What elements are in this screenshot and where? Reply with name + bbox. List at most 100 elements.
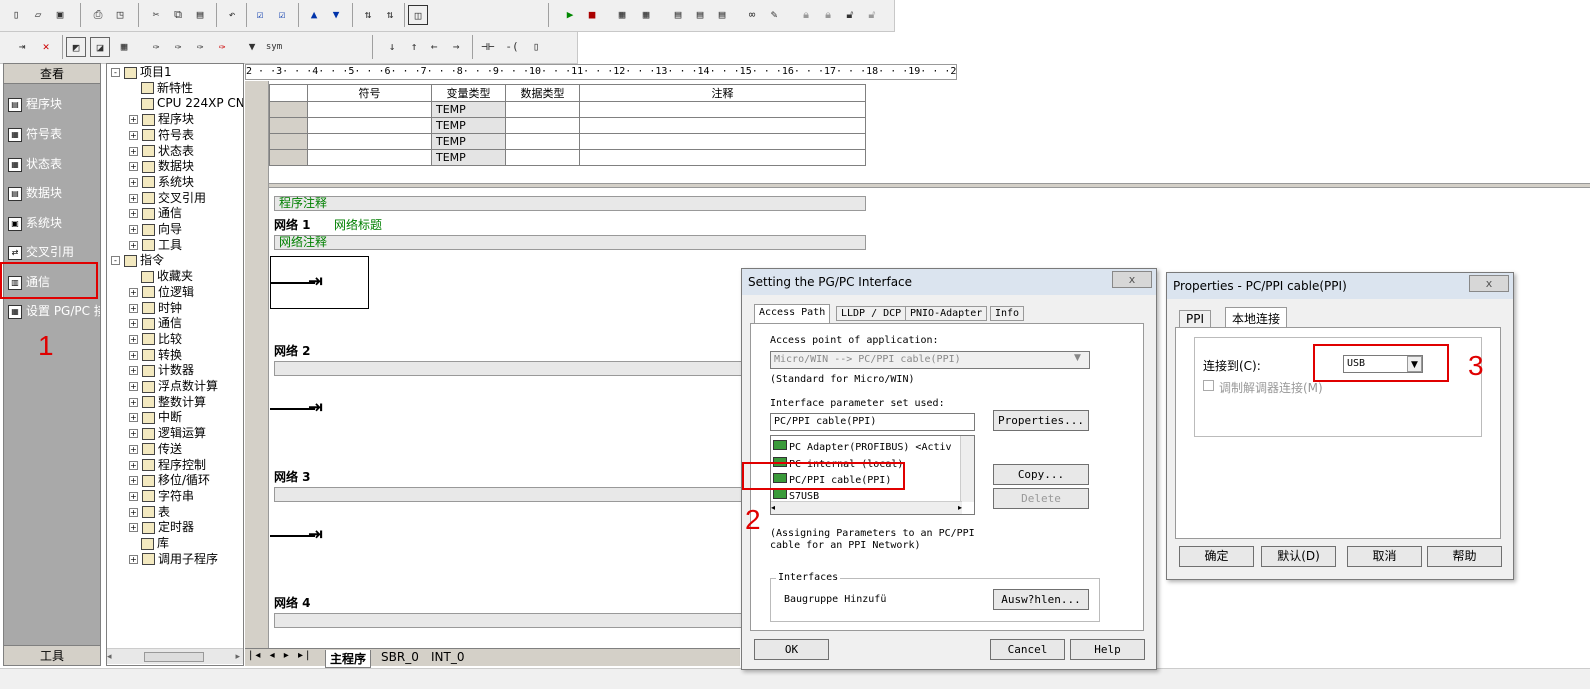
tab-ppi[interactable]: PPI bbox=[1179, 310, 1212, 328]
props-default-button[interactable]: 默认(D) bbox=[1261, 546, 1336, 567]
stl-icon[interactable]: ▦ bbox=[114, 37, 134, 57]
bookmark-icon[interactable]: ✑ bbox=[146, 37, 166, 57]
properties-close-button[interactable]: x bbox=[1469, 275, 1509, 292]
expand-icon[interactable]: + bbox=[129, 225, 138, 234]
properties-button[interactable]: Properties... bbox=[993, 410, 1089, 431]
expand-icon[interactable]: + bbox=[129, 319, 138, 329]
table-cell[interactable]: TEMP bbox=[431, 149, 506, 166]
ok-button[interactable]: OK bbox=[754, 639, 829, 660]
compile-icon[interactable]: ☑ bbox=[250, 5, 270, 25]
tree-item[interactable]: 新特性 bbox=[137, 81, 193, 97]
expand-icon[interactable]: + bbox=[129, 177, 138, 187]
tree-item[interactable]: + 系统块 bbox=[129, 175, 194, 191]
line-left-icon[interactable]: ← bbox=[424, 37, 444, 57]
compile-all-icon[interactable]: ☑ bbox=[272, 5, 292, 25]
tab-scroll-icons[interactable]: |◂ ◂ ▸ ▸| bbox=[249, 650, 312, 661]
delete-button[interactable]: Delete bbox=[993, 488, 1089, 509]
save-icon[interactable]: ▣ bbox=[50, 5, 70, 25]
expand-icon[interactable]: + bbox=[129, 303, 138, 313]
nav-item-pgpc[interactable]: ▦ 设置 PG/PC 接 bbox=[8, 299, 100, 323]
tree-item[interactable]: + 整数计算 bbox=[129, 395, 206, 411]
fbd-icon[interactable]: ◪ bbox=[90, 37, 110, 57]
table-cell[interactable]: TEMP bbox=[431, 101, 506, 118]
nav-item-cross-ref[interactable]: ⇄ 交叉引用 bbox=[8, 240, 100, 264]
new-icon[interactable]: ▯ bbox=[6, 5, 26, 25]
tree-item[interactable]: + 比较 bbox=[129, 332, 182, 348]
bookmark-clear-icon[interactable]: ✑ bbox=[212, 37, 232, 57]
expand-icon[interactable]: + bbox=[129, 507, 138, 517]
table-cell[interactable] bbox=[307, 133, 432, 150]
unlock-icon[interactable]: 🔓︎ bbox=[840, 5, 860, 25]
paste-icon[interactable]: ▤ bbox=[190, 5, 210, 25]
nav-item-symbol-table[interactable]: ▦ 符号表 bbox=[8, 122, 100, 146]
table-cell[interactable] bbox=[579, 101, 866, 118]
tree-item[interactable]: + 定时器 bbox=[129, 520, 194, 536]
nav-item-program-block[interactable]: ▤ 程序块 bbox=[8, 92, 100, 116]
expand-icon[interactable]: + bbox=[129, 429, 138, 439]
bookmark-next-icon[interactable]: ✑ bbox=[168, 37, 188, 57]
tree-item[interactable]: + 通信 bbox=[129, 206, 182, 222]
tree-item[interactable]: + 移位/循环 bbox=[129, 473, 210, 489]
sort-asc-icon[interactable]: ⇅ bbox=[358, 5, 378, 25]
ips-field[interactable]: PC/PPI cable(PPI) bbox=[770, 413, 975, 431]
options-icon[interactable]: ◫ bbox=[408, 5, 428, 25]
tree-item[interactable]: + 向导 bbox=[129, 222, 182, 238]
expand-icon[interactable]: + bbox=[129, 476, 138, 486]
line-up-icon[interactable]: ↑ bbox=[404, 37, 424, 57]
tab-access-path[interactable]: Access Path bbox=[754, 304, 831, 324]
props-cancel-button[interactable]: 取消 bbox=[1347, 546, 1422, 567]
expand-icon[interactable]: + bbox=[129, 146, 138, 156]
program-comment[interactable]: 程序注释 bbox=[274, 196, 866, 211]
props-ok-button[interactable]: 确定 bbox=[1179, 546, 1254, 567]
expand-icon[interactable]: + bbox=[129, 523, 138, 533]
expand-icon[interactable]: + bbox=[129, 413, 138, 423]
table-cell[interactable] bbox=[505, 149, 580, 166]
tree-item[interactable]: + 转换 bbox=[129, 348, 182, 364]
list-hscroll[interactable]: ◂ ▸ bbox=[771, 501, 962, 514]
tree-item[interactable]: - 指令 bbox=[111, 253, 164, 269]
list-vscroll[interactable] bbox=[960, 436, 974, 502]
tab-local-connection[interactable]: 本地连接 bbox=[1225, 307, 1288, 329]
expand-icon[interactable]: + bbox=[129, 460, 138, 470]
tree-item[interactable]: 库 bbox=[137, 536, 169, 552]
expand-icon[interactable]: + bbox=[129, 350, 138, 360]
copy-icon[interactable]: ⧉ bbox=[168, 5, 188, 25]
tree-item[interactable]: + 表 bbox=[129, 505, 170, 521]
tab-pnio[interactable]: PNIO-Adapter bbox=[905, 306, 988, 321]
tree-item[interactable]: + 工具 bbox=[129, 238, 182, 254]
expand-icon[interactable]: + bbox=[129, 397, 138, 407]
table-cell[interactable] bbox=[579, 149, 866, 166]
copy-button[interactable]: Copy... bbox=[993, 464, 1089, 485]
ap-dropdown-icon[interactable]: ▼ bbox=[1074, 353, 1081, 363]
insert-network-icon[interactable]: ⇥ bbox=[12, 37, 32, 57]
pgpc-close-button[interactable]: x bbox=[1112, 271, 1152, 288]
upload-icon[interactable]: ▲ bbox=[304, 5, 324, 25]
network-comment[interactable]: 网络注释 bbox=[274, 235, 866, 250]
line-right-icon[interactable]: → bbox=[446, 37, 466, 57]
expand-icon[interactable]: + bbox=[129, 366, 138, 376]
table-cell[interactable] bbox=[505, 117, 580, 134]
tab-lldp[interactable]: LLDP / DCP bbox=[836, 306, 907, 321]
print-preview-icon[interactable]: ◳ bbox=[110, 5, 130, 25]
row-handle[interactable] bbox=[269, 101, 308, 118]
expand-icon[interactable]: + bbox=[129, 491, 138, 501]
collapse-icon[interactable]: - bbox=[111, 256, 120, 266]
network-4-comment[interactable] bbox=[274, 613, 744, 628]
tree-item[interactable]: 收藏夹 bbox=[137, 269, 193, 285]
pen-icon[interactable]: ✎ bbox=[764, 5, 784, 25]
table2-icon[interactable]: ▤ bbox=[712, 5, 732, 25]
lock2-icon[interactable]: 🔒︎ bbox=[818, 5, 838, 25]
trend-icon[interactable]: ▤ bbox=[668, 5, 688, 25]
tree-item[interactable]: + 中断 bbox=[129, 410, 182, 426]
table-icon[interactable]: ▤ bbox=[690, 5, 710, 25]
table-cell[interactable] bbox=[579, 133, 866, 150]
open-icon[interactable]: ▱ bbox=[28, 5, 48, 25]
program-status-icon[interactable]: ▦ bbox=[612, 5, 632, 25]
expand-icon[interactable]: + bbox=[129, 240, 138, 250]
table-cell[interactable] bbox=[505, 101, 580, 118]
sym-icon[interactable]: sym bbox=[264, 37, 284, 57]
table-cell[interactable] bbox=[307, 101, 432, 118]
row-handle[interactable] bbox=[269, 149, 308, 166]
expand-icon[interactable]: + bbox=[129, 162, 138, 172]
expand-icon[interactable]: + bbox=[129, 193, 138, 203]
